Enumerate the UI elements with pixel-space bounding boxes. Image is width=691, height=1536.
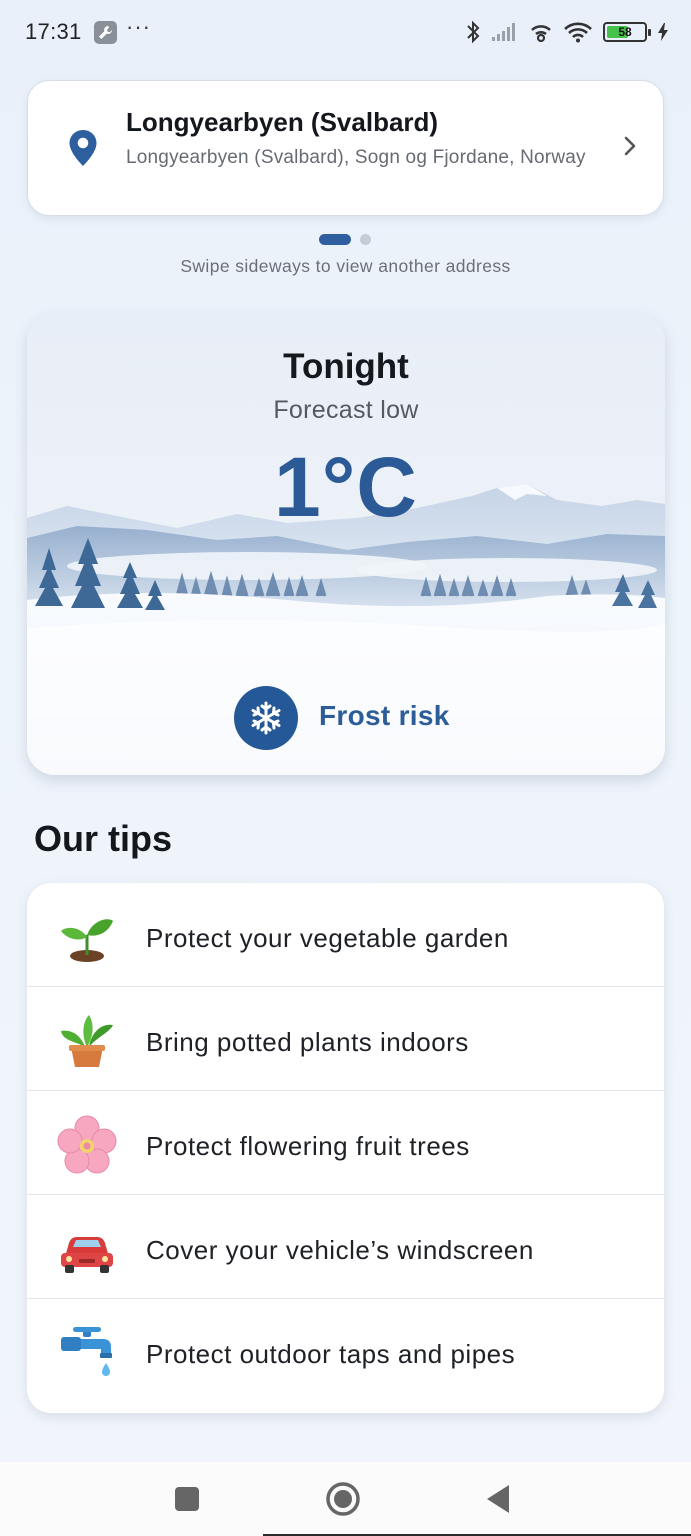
navigation-bar	[0, 1462, 691, 1536]
location-card[interactable]: Longyearbyen (Svalbard) Longyearbyen (Sv…	[27, 80, 664, 216]
tip-item-potted-plants[interactable]: Bring potted plants indoors	[27, 987, 664, 1091]
frost-risk-label: Frost risk	[319, 700, 450, 731]
page-indicator[interactable]	[0, 234, 691, 246]
tips-heading: Our tips	[34, 818, 173, 859]
tip-label: Protect your vegetable garden	[146, 923, 509, 953]
location-name: Longyearbyen (Svalbard)	[126, 107, 439, 137]
car-icon	[61, 1237, 113, 1273]
location-detail: Longyearbyen (Svalbard), Sogn og Fjordan…	[126, 147, 586, 168]
tip-item-taps-pipes[interactable]: Protect outdoor taps and pipes	[27, 1299, 664, 1403]
page-dot-active	[319, 234, 351, 245]
hotspot-icon	[531, 25, 551, 43]
seedling-icon	[61, 919, 113, 962]
forecast-title: Tonight	[283, 347, 409, 386]
recents-button[interactable]	[174, 1482, 200, 1518]
potted-plant-icon	[61, 1015, 113, 1067]
status-bar: 17:31 ··· 58	[0, 0, 691, 64]
tip-item-fruit-trees[interactable]: Protect flowering fruit trees	[27, 1091, 664, 1195]
tip-label: Bring potted plants indoors	[146, 1027, 469, 1057]
home-button[interactable]	[325, 1482, 361, 1518]
chevron-right-icon[interactable]	[623, 135, 637, 157]
tip-item-vegetable-garden[interactable]: Protect your vegetable garden	[27, 883, 664, 987]
tip-label: Protect flowering fruit trees	[146, 1131, 470, 1161]
signal-icon	[492, 23, 515, 41]
tips-list: Protect your vegetable garden Bring pott…	[27, 883, 664, 1413]
bluetooth-icon	[467, 20, 480, 44]
forecast-temperature: 1°C	[274, 440, 418, 534]
status-time: 17:31	[25, 19, 82, 44]
wrench-icon	[94, 21, 117, 44]
battery-icon: 58	[603, 22, 651, 42]
more-notifications-icon: ···	[126, 14, 151, 39]
forecast-subtitle: Forecast low	[273, 396, 419, 424]
battery-level: 58	[618, 25, 632, 39]
tip-label: Protect outdoor taps and pipes	[146, 1339, 516, 1369]
tip-item-windscreen[interactable]: Cover your vehicle’s windscreen	[27, 1195, 664, 1299]
snowflake-icon	[234, 686, 298, 750]
forecast-card: Tonight Forecast low 1°C Frost risk	[27, 313, 665, 775]
location-pin-icon	[69, 130, 97, 166]
water-tap-icon	[61, 1327, 112, 1376]
swipe-hint: Swipe sideways to view another address	[180, 256, 511, 276]
wifi-icon	[564, 22, 592, 43]
tip-label: Cover your vehicle’s windscreen	[146, 1235, 534, 1265]
charging-icon	[658, 23, 668, 41]
cherry-blossom-icon	[57, 1115, 117, 1174]
back-button[interactable]	[484, 1482, 512, 1518]
page-dot	[360, 234, 371, 245]
